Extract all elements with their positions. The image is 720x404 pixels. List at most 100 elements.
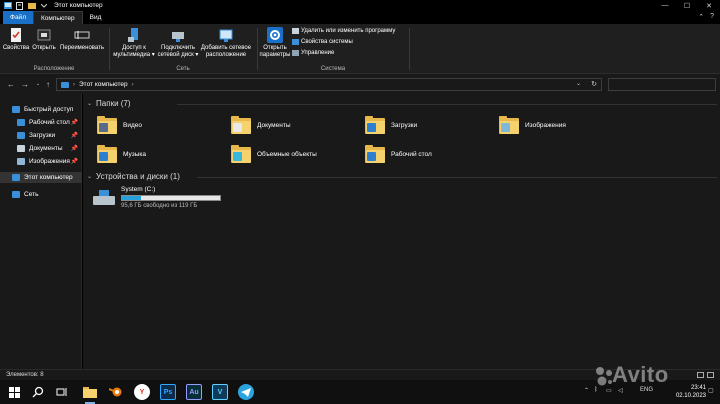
tab-computer[interactable]: Компьютер [32, 11, 83, 24]
sidebar-item-desktop[interactable]: Рабочий стол 📌 [0, 117, 82, 128]
pin-icon[interactable]: 📌 [71, 158, 78, 165]
tab-file[interactable]: Файл [3, 11, 33, 24]
up-icon[interactable]: ↑ [43, 78, 53, 90]
customize-quick-access-icon[interactable] [39, 1, 48, 10]
uninstall-program-button[interactable]: Удалить или изменить программу [292, 28, 395, 34]
add-network-location-button[interactable]: Добавить сетевое расположение [198, 27, 254, 58]
back-icon[interactable]: ← [6, 78, 16, 90]
breadcrumb-this-pc[interactable]: Этот компьютер [79, 81, 128, 88]
title-bar: Этот компьютер — ☐ ✕ [0, 0, 720, 11]
sidebar-item-label: Быстрый доступ [24, 106, 74, 113]
clock[interactable]: 23:41 02.10.2023 [676, 384, 706, 400]
drive-icon [93, 190, 115, 206]
breadcrumb-separator[interactable]: › [132, 82, 134, 88]
chevron-down-icon[interactable]: ⌄ [87, 100, 92, 107]
properties-quick-icon[interactable] [15, 1, 24, 10]
network-location-icon [219, 29, 233, 42]
system-properties-icon [292, 39, 299, 45]
properties-label: Свойства [2, 45, 30, 51]
rename-button[interactable]: Переименовать [58, 27, 106, 52]
open-settings-label: Открыть параметры [259, 45, 291, 58]
rename-icon [74, 31, 90, 39]
breadcrumb-separator[interactable]: › [73, 82, 75, 88]
volume-icon[interactable]: ◁ [618, 387, 623, 394]
blender-icon[interactable] [108, 384, 124, 400]
folders-header-label: Папки (7) [96, 99, 131, 108]
drives-section-header[interactable]: ⌄ Устройства и диски (1) [87, 172, 717, 181]
folder-downloads[interactable]: Загрузки [365, 116, 417, 134]
drives-header-label: Устройства и диски (1) [96, 172, 180, 181]
manage-button[interactable]: Управление [292, 50, 334, 56]
sidebar-item-downloads[interactable]: Загрузки 📌 [0, 130, 82, 141]
notifications-icon[interactable]: ▢ [708, 387, 714, 394]
ribbon-tabs: Файл Компьютер Вид ⌃ ? [0, 11, 720, 24]
help-icon[interactable]: ? [710, 13, 714, 21]
ribbon: Свойства Открыть Переименовать Расположе… [0, 24, 720, 74]
pin-icon[interactable]: 📌 [71, 145, 78, 152]
properties-button[interactable]: Свойства [3, 27, 29, 52]
network-tray-icon[interactable]: ▭ [606, 387, 612, 394]
recent-locations-icon[interactable]: ⌄ [33, 78, 43, 90]
desktop-icon [17, 119, 25, 126]
sidebar-item-pictures[interactable]: Изображения 📌 [0, 156, 82, 167]
close-button[interactable]: ✕ [698, 0, 720, 11]
yandex-browser-icon[interactable]: Y [134, 384, 150, 400]
folder-pictures[interactable]: Изображения [499, 116, 566, 134]
new-folder-quick-icon[interactable] [27, 1, 36, 10]
task-view-icon[interactable] [54, 384, 70, 400]
folder-music[interactable]: Музыка [97, 145, 146, 163]
folders-section-header[interactable]: ⌄ Папки (7) [87, 99, 717, 108]
sidebar-item-label: Рабочий стол [29, 119, 70, 126]
large-icons-view-icon[interactable] [707, 372, 714, 378]
folder-desktop[interactable]: Рабочий стол [365, 145, 432, 163]
tray-overflow-icon[interactable]: ⌃ [584, 387, 589, 394]
downloads-folder-icon [365, 116, 385, 134]
pin-icon[interactable]: 📌 [71, 132, 78, 139]
bluetooth-icon[interactable]: ᛒ [594, 387, 598, 393]
pc-icon [61, 81, 69, 88]
drive-free-space: 95,6 ГБ свободно из 119 ГБ [121, 203, 198, 209]
folder-3d-objects[interactable]: Объемные объекты [231, 145, 317, 163]
pin-icon[interactable]: 📌 [71, 119, 78, 126]
drive-c[interactable]: System (C:) 95,6 ГБ свободно из 119 ГБ [93, 186, 221, 209]
drive-usage-fill [122, 196, 142, 200]
folder-videos[interactable]: Видео [97, 116, 142, 134]
sidebar-item-documents[interactable]: Документы 📌 [0, 143, 82, 154]
documents-folder-icon [231, 116, 251, 134]
address-dropdown-icon[interactable]: ⌄ [576, 80, 581, 87]
audition-icon[interactable]: Au [186, 384, 202, 400]
map-network-drive-button[interactable]: Подключить сетевой диск ▾ [156, 27, 200, 58]
forward-icon[interactable]: → [20, 78, 30, 90]
maximize-button[interactable]: ☐ [676, 0, 698, 11]
search-input[interactable] [608, 78, 716, 91]
star-icon [12, 106, 20, 113]
telegram-icon[interactable] [238, 384, 254, 400]
refresh-icon[interactable]: ↻ [591, 80, 597, 88]
folder-documents[interactable]: Документы [231, 116, 291, 134]
clock-date: 02.10.2023 [675, 393, 706, 399]
system-group-label: Система [320, 66, 346, 72]
avito-watermark: Avito [612, 362, 669, 387]
v-app-icon[interactable]: V [212, 384, 228, 400]
drive-name: System (C:) [121, 186, 156, 193]
tab-view[interactable]: Вид [83, 11, 109, 24]
open-settings-button[interactable]: Открыть параметры [258, 27, 292, 58]
system-properties-button[interactable]: Свойства системы [292, 39, 353, 45]
address-bar[interactable]: › Этот компьютер › ⌄ ↻ [56, 78, 602, 91]
sidebar-item-this-pc[interactable]: Этот компьютер [0, 172, 82, 183]
details-view-icon[interactable] [697, 372, 704, 378]
chevron-down-icon[interactable]: ⌄ [87, 173, 92, 180]
sidebar-item-label: Документы [29, 145, 63, 152]
media-access-button[interactable]: Доступ к мультимедиа ▾ [112, 27, 156, 58]
minimize-button[interactable]: — [654, 0, 676, 11]
collapse-ribbon-icon[interactable]: ⌃ [698, 13, 704, 21]
sidebar-item-network[interactable]: Сеть [0, 189, 82, 200]
file-explorer-icon[interactable] [82, 384, 98, 404]
system-group: Открыть параметры Удалить или изменить п… [258, 24, 408, 74]
open-button[interactable]: Открыть [31, 27, 57, 52]
sidebar-item-quick-access[interactable]: Быстрый доступ [0, 104, 82, 115]
location-group: Свойства Открыть Переименовать Расположе… [0, 24, 108, 74]
start-button[interactable] [6, 384, 22, 400]
search-icon[interactable] [30, 384, 46, 400]
photoshop-icon[interactable]: Ps [160, 384, 176, 400]
